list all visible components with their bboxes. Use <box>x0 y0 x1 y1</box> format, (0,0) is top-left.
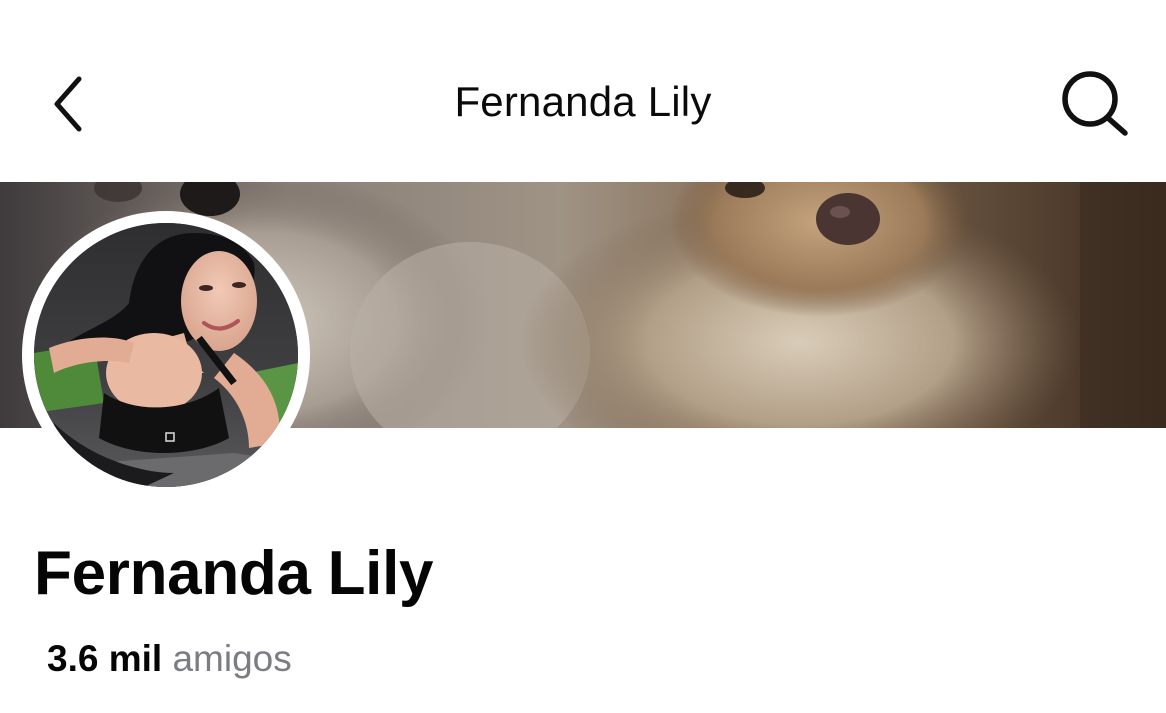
search-icon <box>1062 71 1128 136</box>
friends-count: 3.6 mil <box>47 638 163 679</box>
avatar-photo <box>34 223 298 487</box>
top-navigation-bar: Fernanda Lily <box>0 0 1166 182</box>
friends-count-link[interactable]: 3.6 mil amigos <box>47 636 292 682</box>
search-button[interactable] <box>1054 64 1138 144</box>
page-title: Fernanda Lily <box>454 78 712 125</box>
chevron-left-icon <box>54 76 82 132</box>
profile-name: Fernanda Lily <box>34 539 434 608</box>
profile-avatar[interactable] <box>22 211 310 499</box>
friends-label: amigos <box>172 638 292 679</box>
back-button[interactable] <box>40 68 96 140</box>
